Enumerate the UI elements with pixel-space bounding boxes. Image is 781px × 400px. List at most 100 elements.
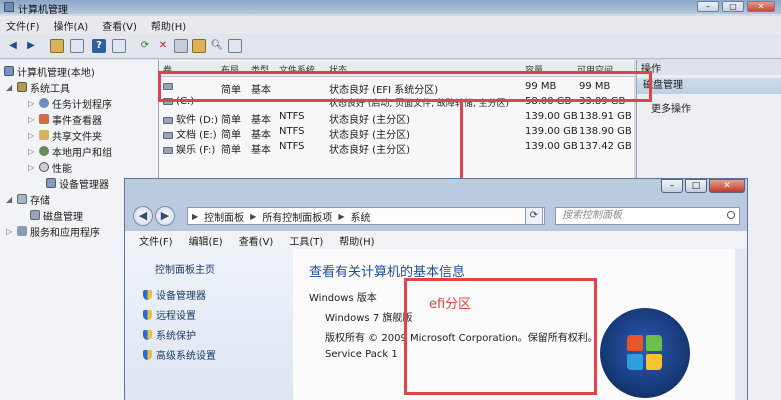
breadcrumb-system[interactable]: 系统 — [350, 209, 370, 224]
volume-filesystem: NTFS — [279, 111, 305, 122]
address-bar[interactable]: ▶ 控制面板 ▶ 所有控制面板项 ▶ 系统 — [187, 207, 545, 225]
users-icon — [39, 146, 49, 156]
menu-file[interactable]: 文件(F) — [139, 233, 173, 248]
system-menu-bar: 文件(F) 编辑(E) 查看(V) 工具(T) 帮助(H) — [125, 231, 747, 249]
volume-name: 娱乐 (F:) — [163, 141, 215, 156]
device-manager-link[interactable]: 设备管理器 — [143, 287, 206, 302]
delete-icon[interactable]: ✕ — [156, 39, 170, 53]
menu-file[interactable]: 文件(F) — [6, 18, 40, 33]
computer-icon — [4, 66, 14, 76]
cm-toolbar: ◀ ▶ ? ⟳ ✕ 🔍︎ — [0, 34, 781, 59]
tree-item-system-tools[interactable]: ◢ 系统工具 — [6, 80, 70, 95]
volume-capacity: 139.00 GB — [525, 111, 578, 122]
tree-item-performance[interactable]: ▷ 性能 — [28, 160, 72, 175]
refresh-icon[interactable]: ⟳ — [138, 39, 152, 53]
volume-name: 文档 (E:) — [163, 126, 217, 141]
breadcrumb-separator-icon: ▶ — [250, 211, 257, 221]
close-button[interactable]: ✕ — [747, 1, 775, 12]
windows-logo — [600, 308, 690, 398]
help-icon[interactable]: ? — [92, 39, 106, 53]
scrollbar[interactable] — [735, 249, 747, 400]
volume-row[interactable]: 文档 (E:) 简单 基本 NTFS 状态良好 (主分区) 139.00 GB … — [159, 125, 634, 141]
volume-icon — [163, 116, 173, 124]
tree-item-task-scheduler[interactable]: ▷ 任务计划程序 — [28, 96, 112, 111]
open-folder-icon[interactable] — [192, 39, 206, 53]
remote-settings-link[interactable]: 远程设置 — [143, 307, 196, 322]
minimize-button[interactable]: – — [661, 179, 683, 193]
volume-free-space: 138.90 GB — [579, 126, 632, 137]
menu-help[interactable]: 帮助(H) — [339, 233, 374, 248]
back-arrow-icon[interactable]: ◀ — [6, 39, 20, 53]
menu-help[interactable]: 帮助(H) — [151, 18, 186, 33]
search-icon[interactable]: 🔍︎ — [210, 39, 224, 53]
volume-icon — [163, 146, 173, 154]
windows-edition-label: Windows 版本 — [309, 293, 377, 304]
list-view-icon[interactable] — [228, 39, 242, 53]
expand-arrow-icon[interactable]: ▷ — [28, 163, 36, 172]
tree-item-storage[interactable]: ◢ 存储 — [6, 192, 50, 207]
breadcrumb-control-panel[interactable]: 控制面板 — [204, 209, 244, 224]
forward-button[interactable]: ▶ — [155, 206, 175, 226]
volume-layout: 简单 — [221, 130, 241, 141]
menu-view[interactable]: 查看(V) — [102, 18, 137, 33]
properties-icon[interactable] — [70, 39, 84, 53]
windows-edition-value: Windows 7 旗舰版 — [325, 313, 413, 324]
logo-flag-red — [627, 335, 643, 351]
expand-arrow-icon[interactable]: ▷ — [28, 131, 36, 140]
cm-title-bar[interactable]: 计算机管理 – □ ✕ — [0, 0, 781, 16]
services-icon — [17, 226, 27, 236]
expand-arrow-icon[interactable]: ▷ — [28, 147, 36, 156]
menu-view[interactable]: 查看(V) — [239, 233, 274, 248]
maximize-button[interactable]: □ — [722, 1, 744, 12]
more-actions-link[interactable]: 更多操作 — [651, 100, 691, 115]
cm-window-title: 计算机管理 — [18, 5, 68, 16]
disk-management-icon — [30, 210, 40, 220]
volume-row[interactable]: 软件 (D:) 简单 基本 NTFS 状态良好 (主分区) 139.00 GB … — [159, 110, 634, 126]
computer-management-icon — [4, 2, 14, 12]
expand-arrow-icon[interactable]: ▷ — [28, 99, 36, 108]
menu-tools[interactable]: 工具(T) — [289, 233, 323, 248]
shield-icon — [143, 349, 152, 360]
volume-filesystem: NTFS — [279, 126, 305, 137]
tree-item-computer-management[interactable]: 计算机管理(本地) — [4, 64, 95, 79]
shield-icon — [143, 289, 152, 300]
close-button[interactable]: ✕ — [709, 179, 745, 193]
refresh-icon[interactable]: ⟳ — [525, 207, 543, 225]
minimize-button[interactable]: – — [697, 1, 719, 12]
clock-icon — [39, 98, 49, 108]
tree-item-shared-folders[interactable]: ▷ 共享文件夹 — [28, 128, 102, 143]
actions-section-disk-management[interactable]: 磁盘管理 — [637, 78, 781, 94]
volume-free-space: 137.42 GB — [579, 141, 632, 152]
tree-item-event-viewer[interactable]: ▷ 事件查看器 — [28, 112, 102, 127]
back-button[interactable]: ◀ — [133, 206, 153, 226]
shared-folder-icon — [39, 130, 49, 140]
forward-arrow-icon[interactable]: ▶ — [24, 39, 38, 53]
tree-item-device-manager[interactable]: 设备管理器 — [46, 176, 109, 191]
logo-flag-green — [646, 335, 662, 351]
event-viewer-icon — [39, 114, 49, 124]
volume-status: 状态良好 (主分区) — [329, 115, 410, 126]
expand-arrow-icon[interactable]: ▷ — [28, 115, 36, 124]
show-hide-pane-icon[interactable] — [112, 39, 126, 53]
tools-icon — [17, 82, 27, 92]
disk-icon[interactable] — [174, 39, 188, 53]
search-input[interactable]: 搜索控制面板 — [555, 207, 740, 225]
tree-item-disk-management[interactable]: 磁盘管理 — [30, 208, 83, 223]
control-panel-home-link[interactable]: 控制面板主页 — [155, 261, 215, 276]
advanced-settings-link[interactable]: 高级系统设置 — [143, 347, 216, 362]
menu-action[interactable]: 操作(A) — [54, 18, 89, 33]
tree-item-local-users[interactable]: ▷ 本地用户和组 — [28, 144, 112, 159]
system-protection-link[interactable]: 系统保护 — [143, 327, 196, 342]
tree-item-services-apps[interactable]: ▷ 服务和应用程序 — [6, 224, 100, 239]
volume-type: 基本 — [251, 130, 271, 141]
volume-row[interactable]: 娱乐 (F:) 简单 基本 NTFS 状态良好 (主分区) 139.00 GB … — [159, 140, 634, 156]
expand-arrow-icon[interactable]: ◢ — [6, 195, 14, 204]
menu-edit[interactable]: 编辑(E) — [189, 233, 223, 248]
maximize-button[interactable]: □ — [685, 179, 707, 193]
folder-icon[interactable] — [50, 39, 64, 53]
expand-arrow-icon[interactable]: ▷ — [6, 227, 14, 236]
desktop-screen: 计算机管理 – □ ✕ 文件(F) 操作(A) 查看(V) 帮助(H) ◀ ▶ … — [0, 0, 781, 400]
volume-status: 状态良好 (主分区) — [329, 130, 410, 141]
expand-arrow-icon[interactable]: ◢ — [6, 83, 14, 92]
breadcrumb-all-items[interactable]: 所有控制面板项 — [262, 209, 332, 224]
